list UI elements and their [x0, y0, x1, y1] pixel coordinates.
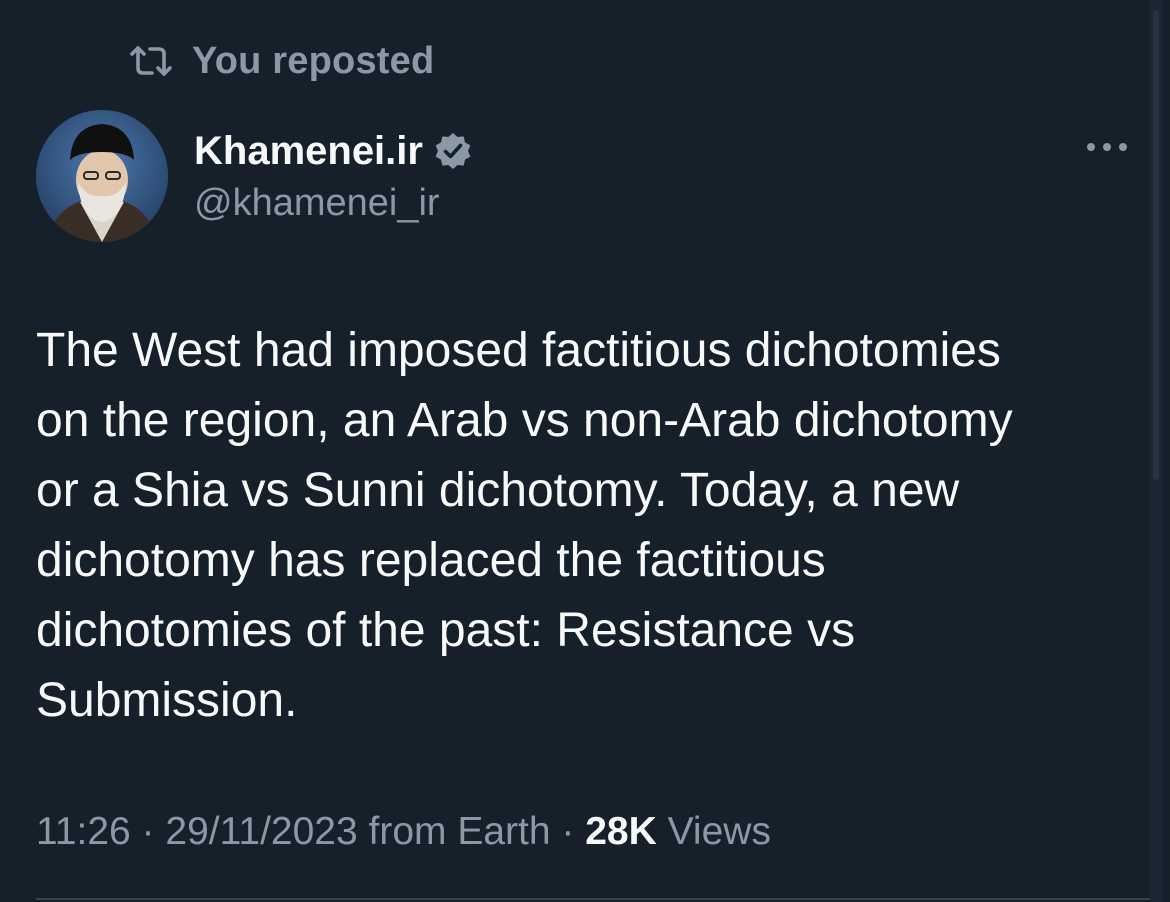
scrollbar[interactable]	[1150, 0, 1162, 902]
views-label[interactable]: Views	[657, 810, 771, 853]
repost-label: You reposted	[192, 39, 435, 82]
more-options-button[interactable]	[1082, 132, 1132, 162]
tweet-source: from Earth	[357, 810, 551, 853]
tweet-meta: 11:26 · 29/11/2023 from Earth · 28K View…	[36, 810, 771, 854]
handle[interactable]: @khamenei_ir	[194, 182, 473, 225]
tweet-page: You reposted Khamenei.ir @khamenei_ir Th…	[0, 0, 1170, 902]
divider	[36, 898, 1156, 900]
display-name[interactable]: Khamenei.ir	[194, 129, 423, 174]
avatar[interactable]	[36, 110, 168, 242]
scrollbar-thumb[interactable]	[1153, 10, 1159, 480]
tweet-date[interactable]: 29/11/2023	[165, 810, 357, 853]
views-count[interactable]: 28K	[585, 810, 657, 853]
repost-icon	[130, 44, 172, 78]
author-block[interactable]: Khamenei.ir @khamenei_ir	[194, 126, 473, 225]
repost-indicator[interactable]: You reposted	[130, 38, 434, 84]
meta-separator: ·	[130, 810, 166, 853]
verified-badge-icon[interactable]	[433, 131, 473, 171]
more-icon	[1087, 143, 1127, 151]
tweet-time[interactable]: 11:26	[36, 810, 131, 853]
tweet-text: The West had imposed factitious dichotom…	[36, 324, 1013, 727]
name-row: Khamenei.ir	[194, 126, 473, 176]
meta-separator: ·	[550, 810, 586, 853]
